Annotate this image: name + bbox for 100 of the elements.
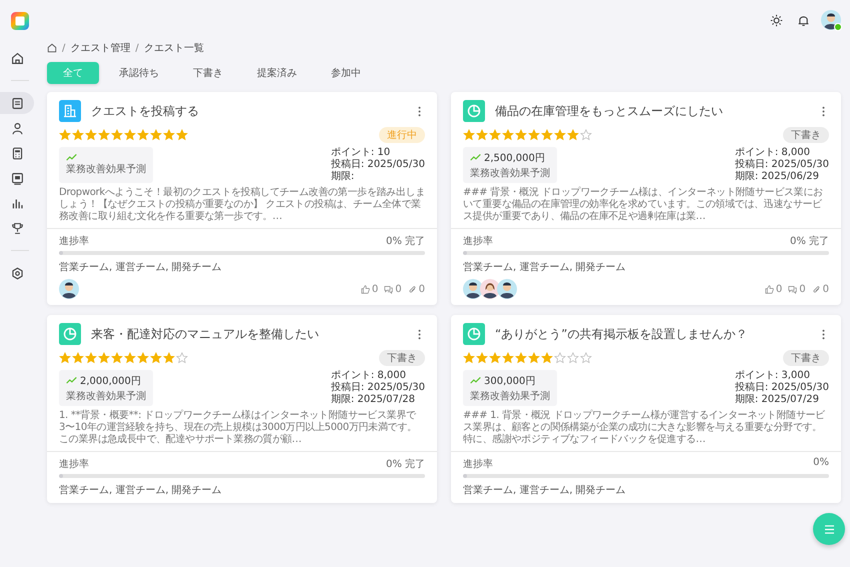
filter-tab[interactable]: 参加中 [317,62,375,84]
filled-star-icon [176,129,188,141]
document-icon [10,96,24,110]
member-avatar [463,279,483,299]
status-badge: 下書き [783,127,829,143]
trend-up-icon [470,377,481,384]
paperclip-icon [812,284,821,294]
team-list: 営業チーム, 運営チーム, 開発チーム [463,260,829,274]
posted-date: 投稿日: 2025/05/30 [734,382,829,394]
team-list: 営業チーム, 運営チーム, 開発チーム [59,483,425,497]
kebab-menu-icon [822,328,825,340]
filled-star-icon [163,129,175,141]
filled-star-icon [476,129,488,141]
breadcrumb-link[interactable]: クエスト一覧 [144,41,204,55]
trend-up-icon [66,377,77,384]
filter-tab[interactable]: 提案済み [243,62,311,84]
filled-star-icon [98,352,110,364]
status-badge: 下書き [783,350,829,366]
team-list: 営業チーム, 運営チーム, 開発チーム [59,260,425,274]
menu-icon [824,524,834,534]
home-icon [10,52,24,64]
stat-count: 0 [395,284,402,294]
stat-count: 0 [799,284,806,294]
team-list: 営業チーム, 運営チーム, 開発チーム [463,483,829,497]
impact-amount: 300,000円 [484,374,536,388]
filled-star-icon [72,352,84,364]
member-avatar [497,279,517,299]
breadcrumb-link[interactable]: クエスト管理 [70,41,130,55]
filter-tab[interactable]: 下書き [179,62,237,84]
filled-star-icon [111,129,123,141]
posted-date: 投稿日: 2025/05/30 [330,382,425,394]
impact-label: 業務改善効果予測 [470,390,550,402]
impact-label: 業務改善効果予測 [66,162,146,176]
trend-up-icon [470,154,481,161]
trend-up-icon [66,154,77,161]
filled-star-icon [528,352,540,364]
filled-star-icon [111,352,123,364]
thumbs-up-icon [764,284,774,294]
user-avatar[interactable] [821,10,841,30]
filled-star-icon [124,129,136,141]
filled-star-icon [124,352,136,364]
empty-star-icon [567,352,579,364]
quest-title[interactable]: 備品の在庫管理をもっとスムーズにしたい [495,102,808,120]
filled-star-icon [59,352,71,364]
quest-title[interactable]: 来客・配達対応のマニュアルを整備したい [91,326,404,342]
filled-star-icon [137,129,149,141]
filled-star-icon [137,352,149,364]
calculator-icon [10,146,24,160]
comment-icon [384,284,394,294]
quest-title[interactable]: “ありがとう”の共有掲示板を設置しませんか？ [495,326,808,342]
sun-icon [770,14,783,26]
posted-date: 投稿日: 2025/05/30 [330,159,425,170]
pie-chart-icon [463,100,485,122]
progress-label: 進捗率 [463,458,493,471]
filled-star-icon [541,129,553,141]
filled-star-icon [85,352,97,364]
impact-amount: 2,000,000円 [80,374,141,388]
kebab-menu-icon [418,106,421,116]
home-icon [47,43,57,53]
bell-icon [797,14,810,26]
sidebar-item[interactable] [0,92,34,114]
status-badge: 下書き [379,350,425,366]
quest-title[interactable]: クエストを投稿する [91,102,404,120]
filled-star-icon [476,352,488,364]
posted-date: 投稿日: 2025/05/30 [734,159,829,170]
filled-star-icon [150,129,162,141]
filled-star-icon [489,352,501,364]
filled-star-icon [489,129,501,141]
filled-star-icon [502,352,514,364]
status-badge: 進行中 [379,127,425,143]
filled-star-icon [85,129,97,141]
stat-count: 0 [372,284,378,294]
filled-star-icon [98,129,110,141]
comment-icon [788,284,798,294]
deadline-date: 期限: 2025/07/29 [734,394,820,406]
progress-reading: 0% [813,457,829,470]
progress-label: 進捗率 [59,458,89,471]
filled-star-icon [502,129,514,141]
progress-reading: 0% 完了 [790,234,829,248]
chart-icon [10,196,24,210]
thumbs-up-icon [360,284,370,294]
filled-star-icon [150,352,162,364]
filled-star-icon [463,129,475,141]
member-avatar [480,279,500,299]
filter-tab[interactable]: 承認待ち [105,62,173,84]
kebab-menu-icon [822,106,825,116]
quest-description: 1. **背景・概要**: ドロップワークチーム様はインターネット附随サービス業界で3〜10年の運営経験を持ち、現在の売上規模は3000万円以上5000万円未満です。この業界は急成長中で、配達やサポート業務の質が顧… [47,410,437,452]
user-icon [10,122,24,134]
kebab-menu-icon [418,328,421,340]
filled-star-icon [72,129,84,141]
points-text: ポイント: 8,000 [330,370,407,382]
quest-description: Dropworkへようこそ！最初のクエストを投稿してチーム改善の第一歩を踏み出しましょう！【なぜクエストの投稿が重要なのか】 クエストの投稿は、チーム全体で業務改善に取り組む文化を作る重要な第一歩です。… [47,187,437,229]
filled-star-icon [515,352,527,364]
filled-star-icon [59,129,71,141]
filled-star-icon [515,129,527,141]
quest-description: ### 背景・概況 ドロップワークチーム様は、インターネット附随サービス業において重要な備品の在庫管理の効率化を求めています。この領域では、迅速なサービス提供が重要であり、備品の在庫不足や過剰在庫は業… [451,187,841,229]
deadline-date: 期限: 2025/07/28 [330,394,416,406]
points-text: ポイント: 3,000 [734,370,811,382]
progress-label: 進捗率 [59,234,89,248]
filled-star-icon [567,129,579,141]
